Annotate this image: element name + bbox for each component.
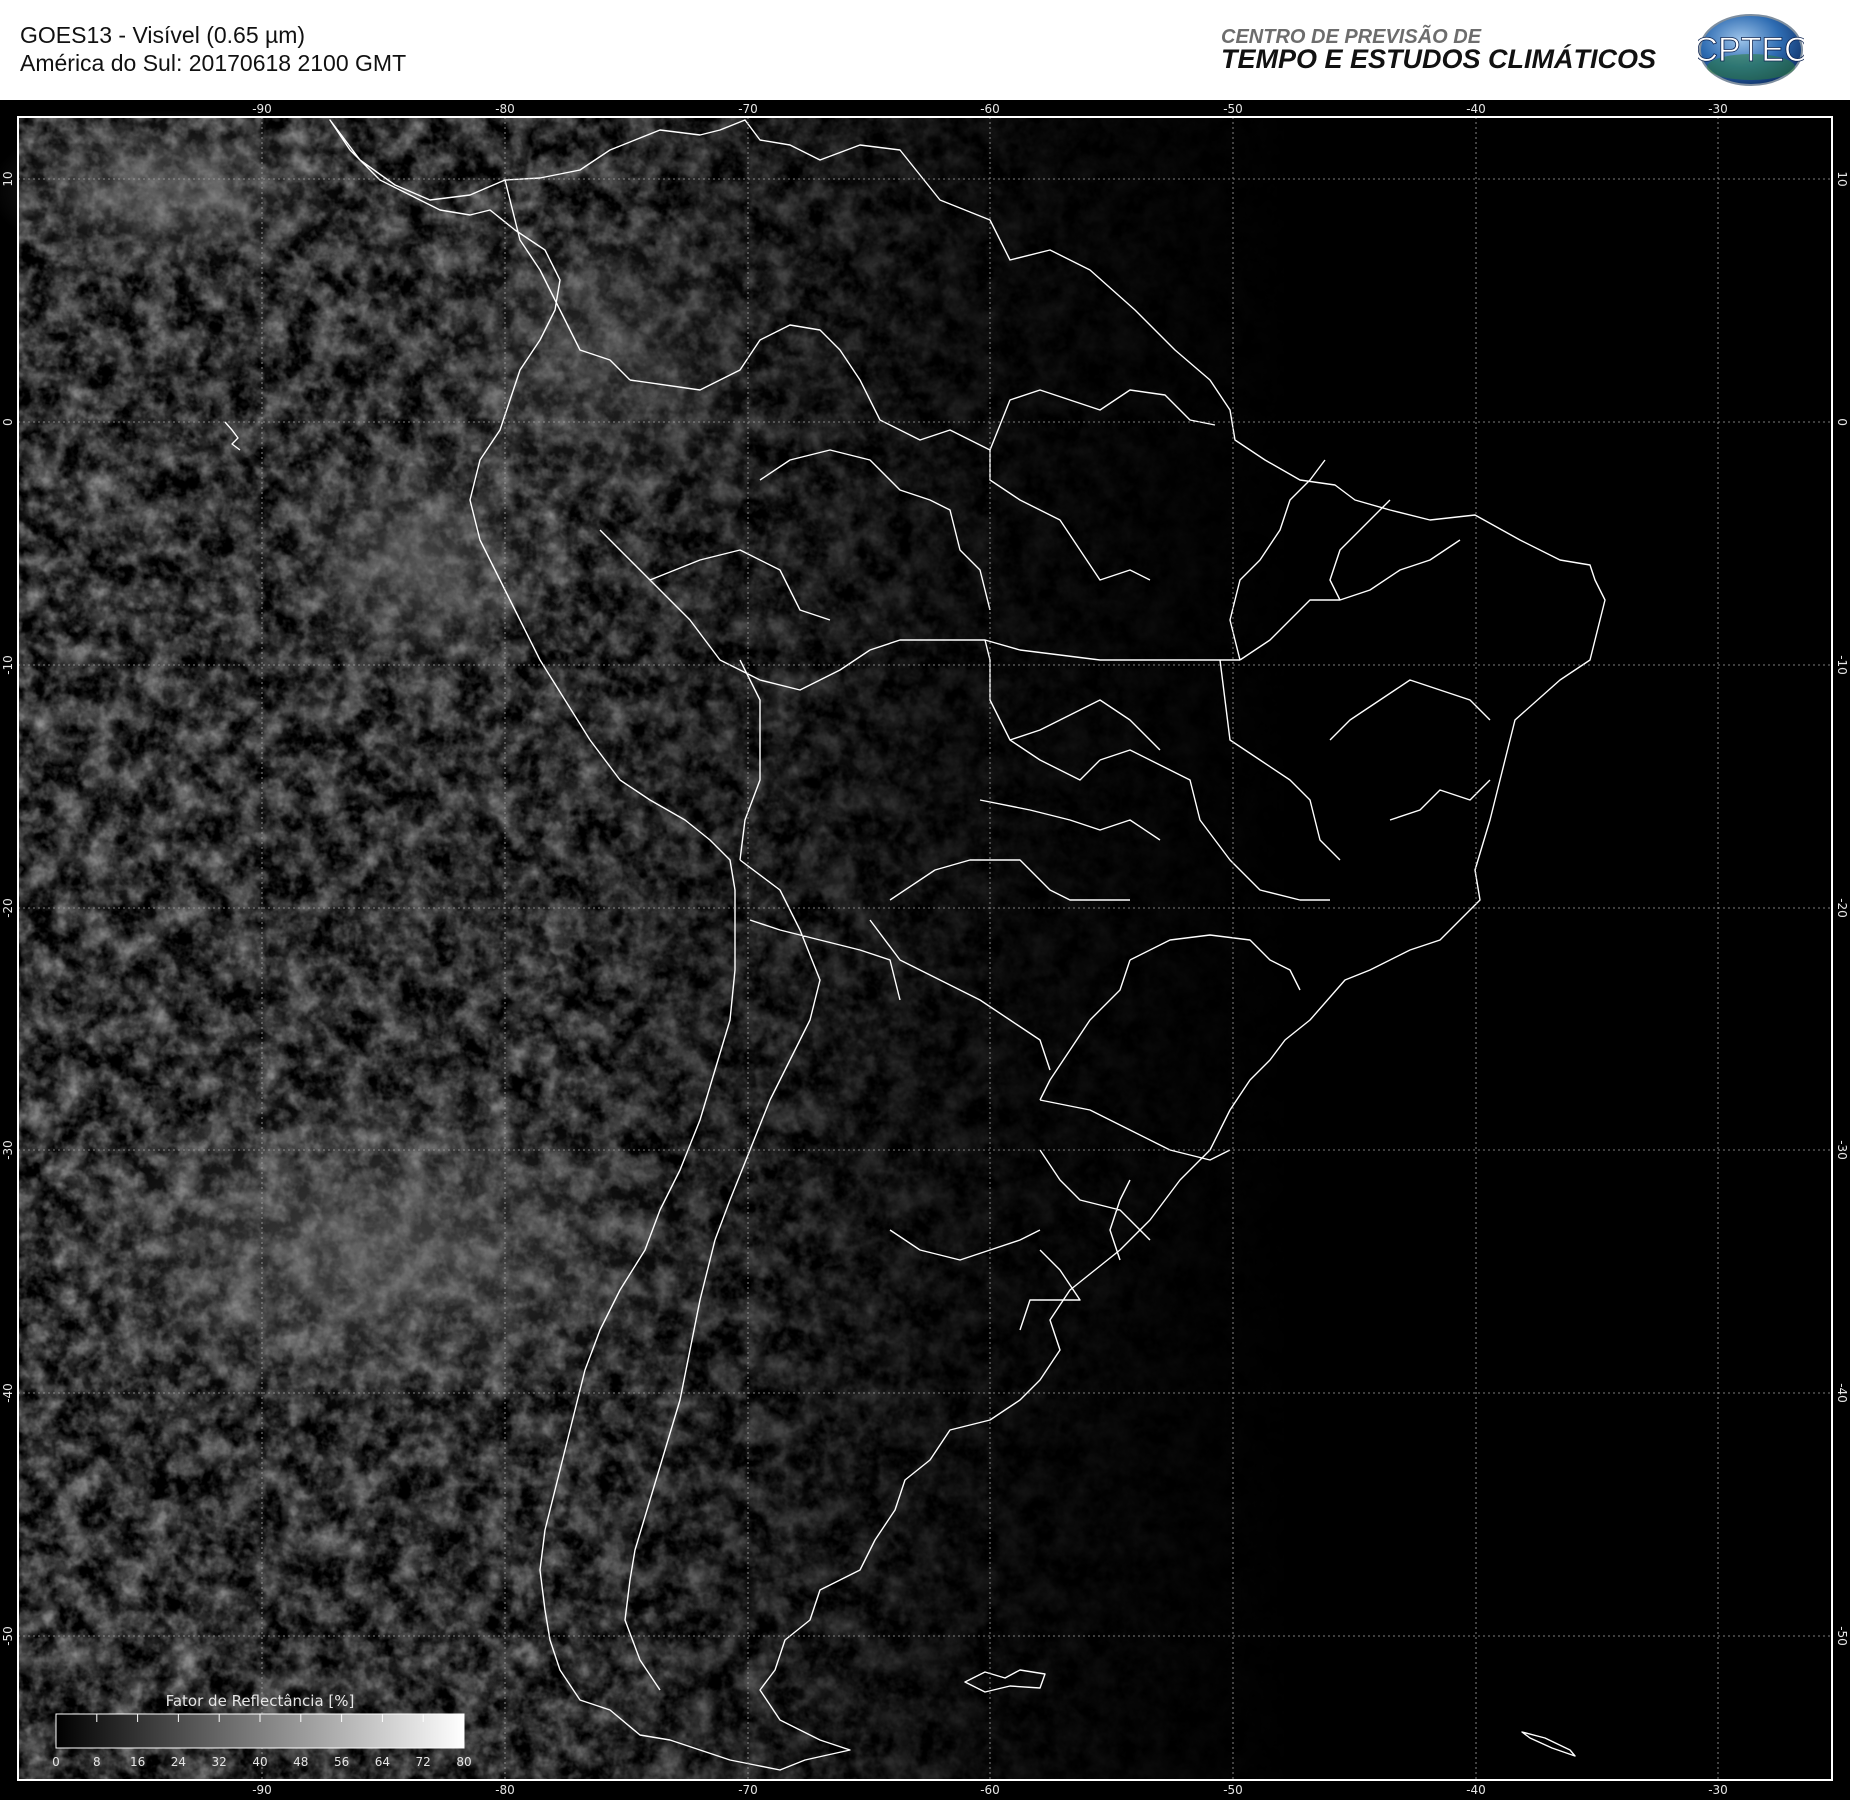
lat-label-right: -30 — [1835, 1140, 1849, 1160]
lat-label-left: -40 — [1, 1383, 15, 1403]
satellite-map: -90 -80 -70 -60 -50 -40 -30 -90 -80 -70 … — [0, 100, 1850, 1800]
colorbar-tick-label: 72 — [416, 1755, 431, 1769]
lat-label-left: 0 — [1, 418, 15, 426]
lon-label-top: -80 — [495, 102, 515, 116]
lon-label-top: -70 — [738, 102, 758, 116]
cloud-imagery — [0, 110, 1832, 1780]
colorbar-tick-label: 64 — [375, 1755, 390, 1769]
lon-label-bottom: -30 — [1708, 1783, 1728, 1797]
lat-label-left: 10 — [1, 171, 15, 186]
lat-label-right: -50 — [1835, 1626, 1849, 1646]
lat-label-left: -20 — [1, 898, 15, 918]
satellite-map-area: -90 -80 -70 -60 -50 -40 -30 -90 -80 -70 … — [0, 100, 1850, 1800]
lat-label-left: -10 — [1, 655, 15, 675]
lat-label-left: -50 — [1, 1626, 15, 1646]
colorbar-tick-label: 16 — [130, 1755, 145, 1769]
lon-label-bottom: -70 — [738, 1783, 758, 1797]
colorbar-tick-label: 32 — [212, 1755, 227, 1769]
colorbar-tick-label: 40 — [252, 1755, 267, 1769]
lon-label-bottom: -40 — [1466, 1783, 1486, 1797]
lon-label-bottom: -90 — [252, 1783, 272, 1797]
colorbar-tick-label: 48 — [293, 1755, 308, 1769]
header-bar: GOES13 - Visível (0.65 µm) América do Su… — [0, 0, 1850, 100]
lat-label-right: -40 — [1835, 1383, 1849, 1403]
lon-label-top: -60 — [980, 102, 1000, 116]
colorbar-tick-label: 8 — [93, 1755, 101, 1769]
lat-label-right: 0 — [1835, 418, 1849, 426]
lon-label-bottom: -50 — [1223, 1783, 1243, 1797]
lon-label-top: -40 — [1466, 102, 1486, 116]
lat-label-right: -20 — [1835, 898, 1849, 918]
colorbar-tick-label: 80 — [456, 1755, 471, 1769]
lat-label-left: -30 — [1, 1140, 15, 1160]
colorbar-tick-label: 24 — [171, 1755, 186, 1769]
logo-lettering: CPTEC — [1698, 31, 1804, 69]
lat-label-right: 10 — [1835, 171, 1849, 186]
organization-name-line2: TEMPO E ESTUDOS CLIMÁTICOS — [1221, 44, 1657, 74]
lon-label-top: -30 — [1708, 102, 1728, 116]
region-datetime: América do Sul: 20170618 2100 GMT — [20, 50, 407, 76]
lon-label-top: -50 — [1223, 102, 1243, 116]
cptec-logo: CPTEC — [1698, 14, 1804, 86]
lat-label-right: -10 — [1835, 655, 1849, 675]
product-title: GOES13 - Visível (0.65 µm) — [20, 22, 306, 48]
lon-label-top: -90 — [252, 102, 272, 116]
colorbar-title: Fator de Reflectância [%] — [166, 1692, 355, 1710]
colorbar-tick-label: 0 — [52, 1755, 60, 1769]
colorbar-tick-label: 56 — [334, 1755, 349, 1769]
lon-label-bottom: -60 — [980, 1783, 1000, 1797]
lon-label-bottom: -80 — [495, 1783, 515, 1797]
